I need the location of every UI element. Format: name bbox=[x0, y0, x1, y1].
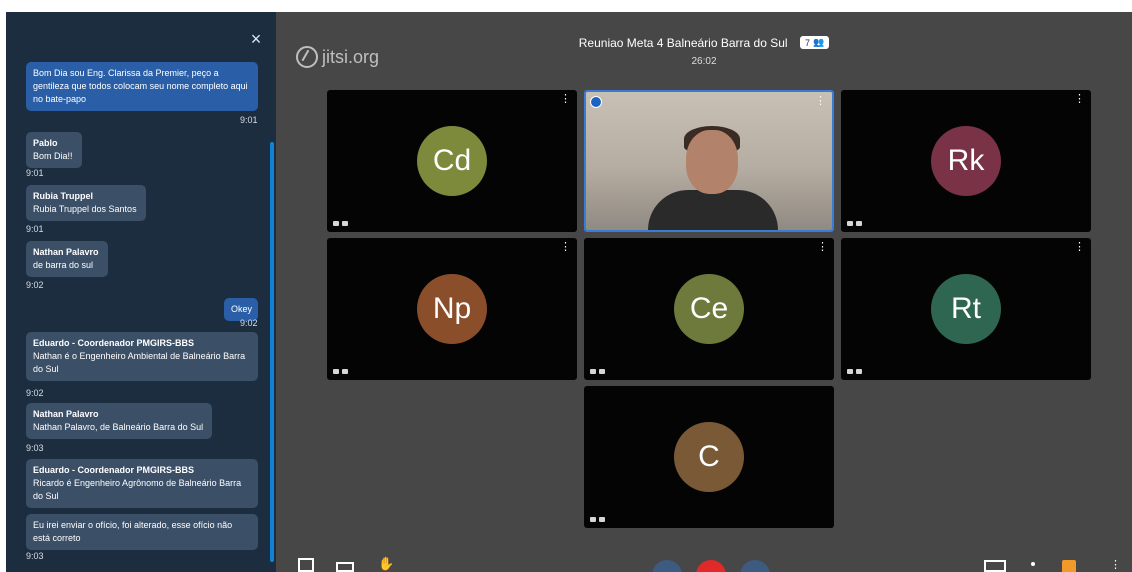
message-author: Eduardo - Coordenador PMGIRS-BBS bbox=[33, 465, 195, 475]
message-text: Ricardo é Engenheiro Agrônomo de Balneár… bbox=[33, 478, 242, 501]
video-stage: jitsi.org Reuniao Meta 4 Balneário Barra… bbox=[276, 12, 1132, 572]
muted-status-icons bbox=[590, 369, 605, 374]
meeting-timer: 26:02 bbox=[691, 56, 717, 67]
participant-count-badge[interactable]: 7 👥 bbox=[800, 36, 830, 50]
chat-message: Nathan Palavro de barra do sul bbox=[26, 241, 108, 277]
message-time: 9:03 bbox=[26, 443, 44, 453]
participant-tile[interactable]: Rk ⋮ bbox=[841, 90, 1091, 232]
participant-count: 7 bbox=[805, 37, 811, 48]
dominant-speaker-icon bbox=[590, 96, 602, 108]
message-author: Rubia Truppel bbox=[33, 191, 94, 201]
participant-tile[interactable]: Ce ⋮ bbox=[584, 238, 834, 380]
participant-tile[interactable]: Cd ⋮ bbox=[327, 90, 577, 232]
tile-menu-icon[interactable]: ⋮ bbox=[1074, 242, 1085, 253]
message-author: Eduardo - Coordenador PMGIRS-BBS bbox=[33, 338, 195, 348]
message-time: 9:02 bbox=[240, 318, 258, 328]
more-options-button[interactable]: ⋮ bbox=[1110, 558, 1121, 571]
tile-view-button[interactable] bbox=[984, 560, 1006, 572]
tile-menu-icon[interactable]: ⋮ bbox=[1074, 94, 1085, 105]
tile-menu-icon[interactable]: ⋮ bbox=[560, 242, 571, 253]
muted-status-icons bbox=[590, 517, 605, 522]
chat-message-own: Bom Dia sou Eng. Clarissa da Premier, pe… bbox=[26, 62, 258, 111]
jitsi-meeting-window: × Bom Dia sou Eng. Clarissa da Premier, … bbox=[6, 12, 1132, 572]
muted-status-icons bbox=[333, 369, 348, 374]
message-author: Pablo bbox=[33, 138, 58, 148]
close-icon: × bbox=[250, 29, 262, 49]
message-time: 9:01 bbox=[240, 115, 258, 125]
participant-tile-active-speaker[interactable]: ⋮ bbox=[584, 90, 834, 232]
participant-avatar: Ce bbox=[674, 274, 744, 344]
message-text: Eu irei enviar o ofício, foi alterado, e… bbox=[33, 520, 233, 543]
message-author: Nathan Palavro bbox=[33, 247, 99, 257]
chat-message: Eduardo - Coordenador PMGIRS-BBS Nathan … bbox=[26, 332, 258, 381]
hangup-button[interactable] bbox=[696, 560, 726, 572]
participant-tile[interactable]: Np ⋮ bbox=[327, 238, 577, 380]
message-text: Bom Dia!! bbox=[33, 151, 73, 161]
muted-status-icons bbox=[847, 369, 862, 374]
participant-avatar: Np bbox=[417, 274, 487, 344]
screen-share-button[interactable] bbox=[298, 558, 314, 572]
message-text: Nathan é o Engenheiro Ambiental de Balne… bbox=[33, 351, 246, 374]
chat-message-list[interactable]: Bom Dia sou Eng. Clarissa da Premier, pe… bbox=[6, 60, 276, 572]
more-options-icon: ⋮ bbox=[1110, 559, 1121, 571]
raise-hand-button[interactable]: ✋ bbox=[378, 556, 394, 572]
chat-message: Eduardo - Coordenador PMGIRS-BBS Ricardo… bbox=[26, 459, 258, 508]
participant-tile[interactable]: C bbox=[584, 386, 834, 528]
participant-avatar: Rk bbox=[931, 126, 1001, 196]
message-text: Rubia Truppel dos Santos bbox=[33, 204, 137, 214]
muted-status-icons bbox=[847, 221, 862, 226]
message-text: Nathan Palavro, de Balneário Barra do Su… bbox=[33, 422, 204, 432]
message-text: Okey bbox=[231, 304, 253, 314]
chat-message: Nathan Palavro Nathan Palavro, de Balneá… bbox=[26, 403, 212, 439]
participant-tile[interactable]: Rt ⋮ bbox=[841, 238, 1091, 380]
message-time: 9:02 bbox=[26, 388, 44, 398]
message-author: Nathan Palavro bbox=[33, 409, 99, 419]
meeting-title: Reuniao Meta 4 Balneário Barra do Sul bbox=[578, 35, 788, 50]
muted-status-icons bbox=[333, 221, 348, 226]
tile-menu-icon[interactable]: ⋮ bbox=[817, 242, 828, 253]
camera-toggle-button[interactable] bbox=[740, 560, 770, 572]
raise-hand-icon: ✋ bbox=[378, 556, 395, 571]
message-text: de barra do sul bbox=[33, 260, 94, 270]
message-time: 9:01 bbox=[26, 168, 44, 178]
chat-panel: × Bom Dia sou Eng. Clarissa da Premier, … bbox=[6, 12, 276, 572]
tile-menu-icon[interactable]: ⋮ bbox=[560, 94, 571, 105]
bottom-toolbar: ✋ ⋮ bbox=[276, 552, 1132, 572]
close-chat-button[interactable]: × bbox=[246, 29, 266, 49]
participants-icon: 👥 bbox=[813, 37, 825, 48]
participant-camera-video bbox=[586, 92, 832, 230]
message-time: 9:03 bbox=[26, 551, 44, 561]
message-time: 9:01 bbox=[26, 224, 44, 234]
tile-menu-icon[interactable]: ⋮ bbox=[815, 96, 826, 107]
chat-scrollbar[interactable] bbox=[270, 142, 274, 562]
chat-message: Rubia Truppel Rubia Truppel dos Santos bbox=[26, 185, 146, 221]
microphone-toggle-button[interactable] bbox=[652, 560, 682, 572]
meeting-header: Reuniao Meta 4 Balneário Barra do Sul 7 … bbox=[276, 34, 1132, 67]
message-text: Bom Dia sou Eng. Clarissa da Premier, pe… bbox=[33, 68, 248, 104]
security-button[interactable] bbox=[1062, 560, 1076, 572]
chat-toggle-button[interactable] bbox=[336, 562, 354, 572]
chat-message: Pablo Bom Dia!! bbox=[26, 132, 82, 168]
participant-avatar: C bbox=[674, 422, 744, 492]
chat-message: Eu irei enviar o ofício, foi alterado, e… bbox=[26, 514, 258, 550]
participants-button[interactable] bbox=[1031, 562, 1035, 566]
participant-avatar: Rt bbox=[931, 274, 1001, 344]
message-time: 9:02 bbox=[26, 280, 44, 290]
participant-avatar: Cd bbox=[417, 126, 487, 196]
